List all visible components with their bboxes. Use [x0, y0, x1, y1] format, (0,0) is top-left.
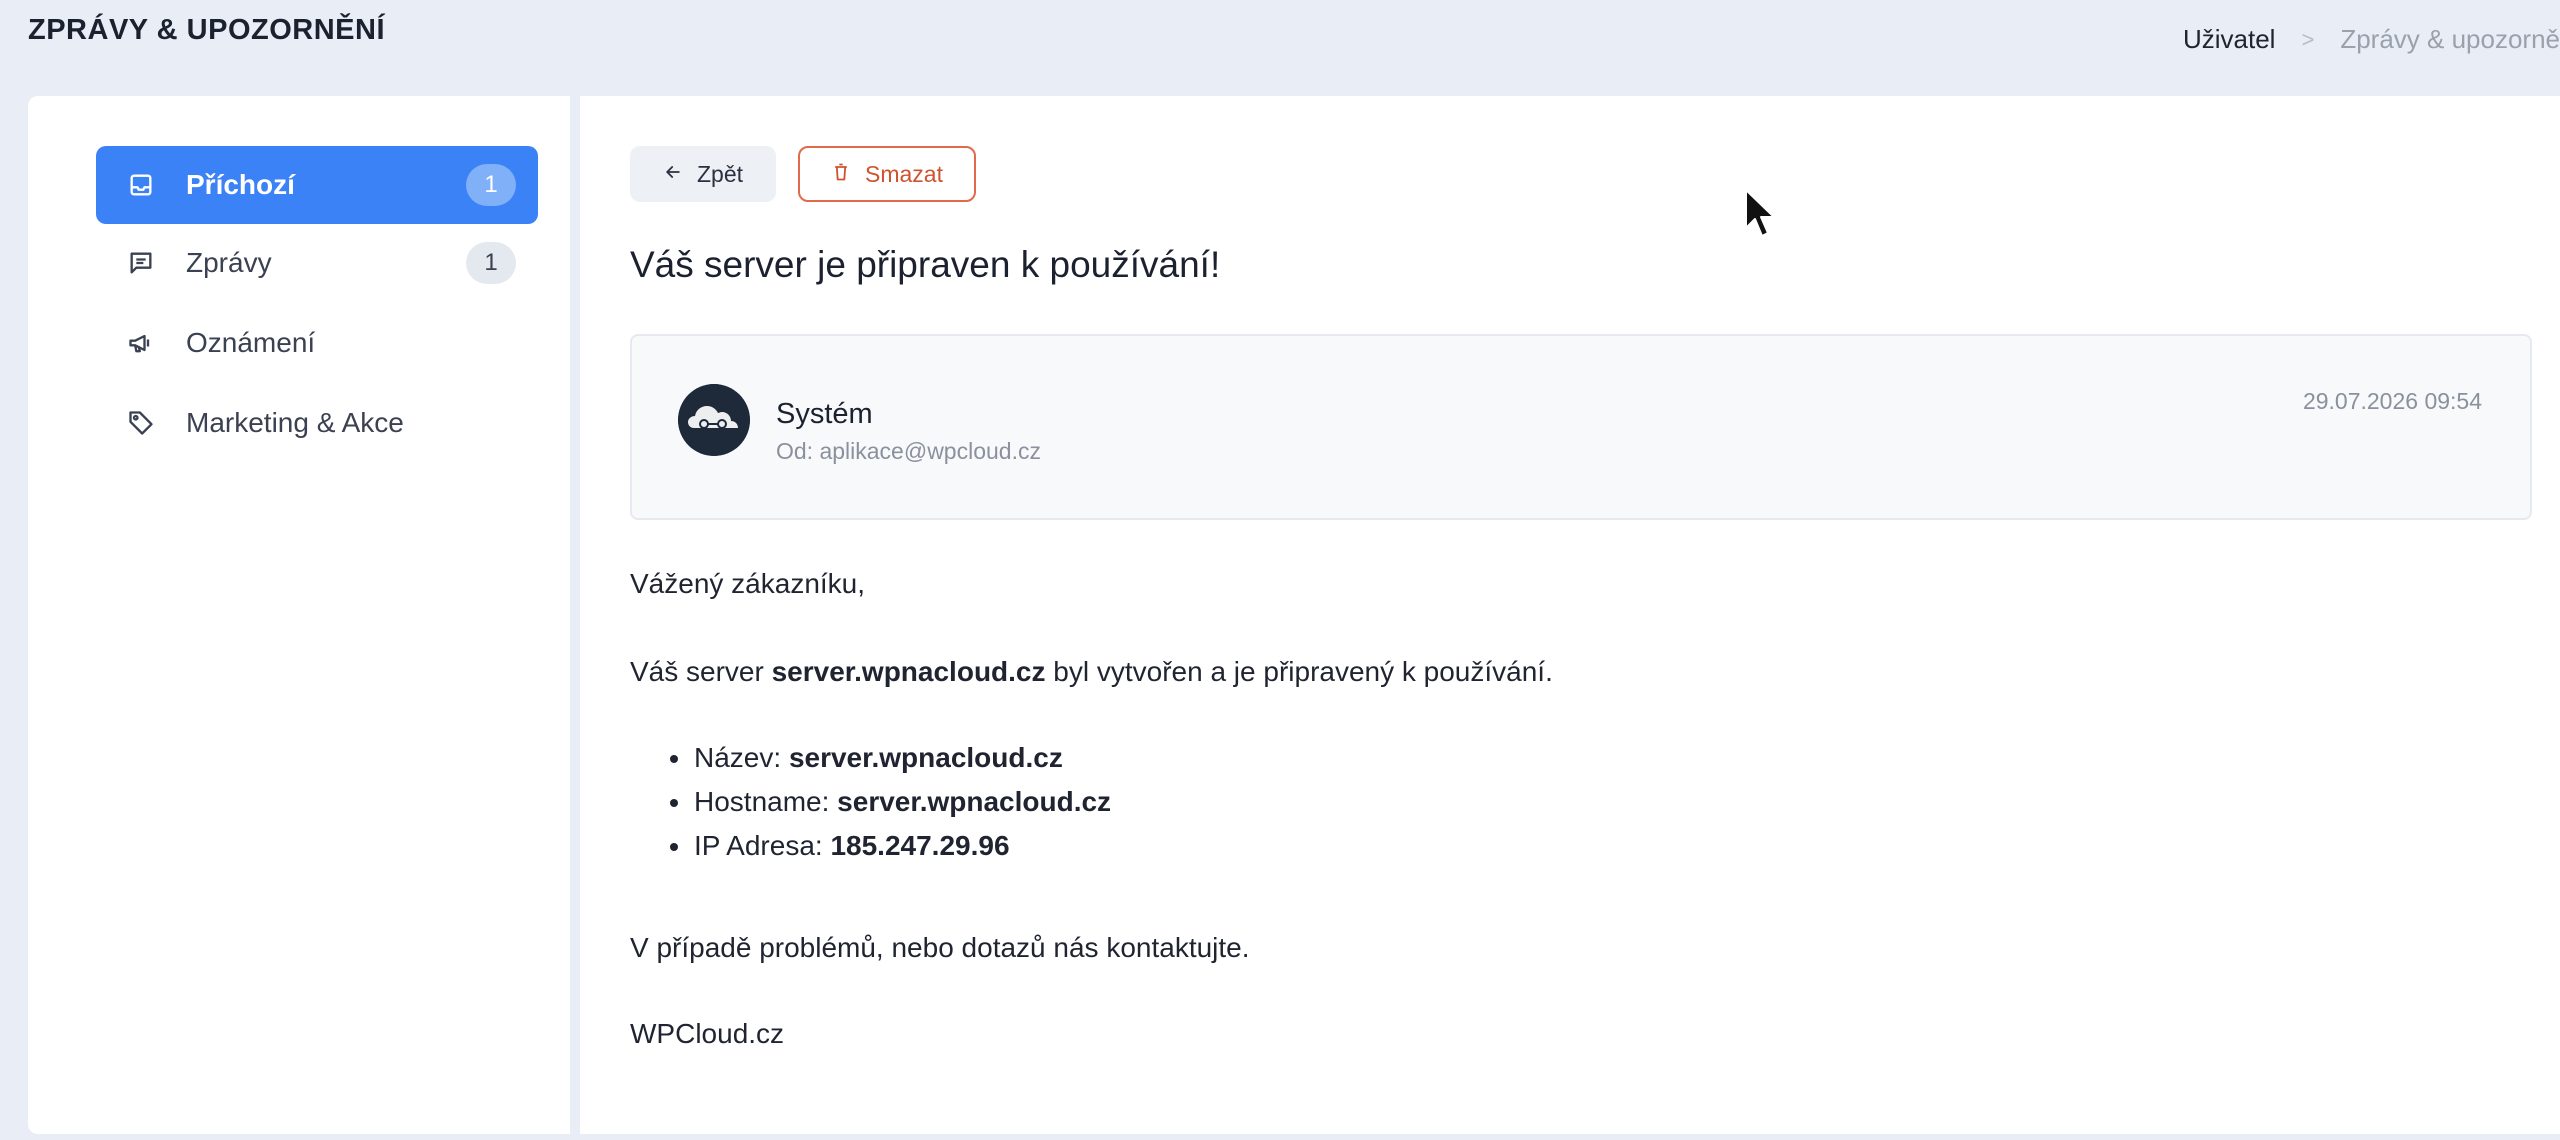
detail-value: server.wpnacloud.cz	[837, 786, 1112, 817]
greeting-text: Vážený zákazníku,	[630, 568, 866, 599]
breadcrumb: Uživatel > Zprávy & upozorně	[2183, 24, 2560, 55]
trash-icon	[831, 161, 851, 188]
detail-label: IP Adresa:	[694, 830, 831, 861]
message-title: Váš server je připraven k používání!	[630, 244, 1221, 285]
message-icon	[126, 248, 156, 278]
sidebar: Příchozí 1 Zprávy 1 Oznámení Marketing &…	[28, 96, 570, 1134]
avatar	[678, 384, 750, 456]
delete-button-label: Smazat	[865, 160, 943, 187]
inbox-icon	[126, 170, 156, 200]
intro-server-name: server.wpnacloud.cz	[771, 656, 1046, 687]
message-detail-panel: Zpět Smazat Váš server je připraven k po…	[580, 96, 2560, 1134]
chevron-right-icon: >	[2301, 26, 2315, 52]
back-button-label: Zpět	[696, 160, 744, 187]
unread-count-badge: 1	[466, 164, 516, 206]
mouse-cursor-icon	[1745, 189, 1775, 237]
breadcrumb-user-link[interactable]: Uživatel	[2183, 24, 2275, 55]
sender-email: Od: aplikace@wpcloud.cz	[776, 438, 1041, 464]
sidebar-item-marketing[interactable]: Marketing & Akce	[96, 384, 538, 462]
list-item: Hostname: server.wpnacloud.cz	[670, 780, 1111, 824]
delete-button[interactable]: Smazat	[798, 146, 976, 202]
sidebar-item-label: Oznámení	[186, 327, 316, 358]
sidebar-item-incoming[interactable]: Příchozí 1	[96, 146, 538, 224]
detail-value: 185.247.29.96	[830, 830, 1010, 861]
back-button[interactable]: Zpět	[630, 146, 776, 202]
intro-text: Váš server server.wpnacloud.cz byl vytvo…	[630, 656, 1553, 688]
contact-text: V případě problémů, nebo dotazů nás kont…	[630, 932, 1250, 963]
list-item: IP Adresa: 185.247.29.96	[670, 824, 1111, 868]
sidebar-item-messages[interactable]: Zprávy 1	[96, 224, 538, 302]
sidebar-item-announcements[interactable]: Oznámení	[96, 304, 538, 382]
detail-value: server.wpnacloud.cz	[788, 742, 1063, 773]
detail-label: Název:	[694, 742, 789, 773]
page-title: ZPRÁVY & UPOZORNĚNÍ	[28, 14, 386, 46]
message-timestamp: 29.07.2026 09:54	[2302, 388, 2482, 414]
unread-count-badge: 1	[466, 242, 516, 284]
megaphone-icon	[126, 328, 156, 358]
intro-suffix: byl vytvořen a je připravený k používání…	[1045, 656, 1553, 687]
server-details-list: Název: server.wpnacloud.cz Hostname: ser…	[670, 736, 1111, 868]
intro-prefix: Váš server	[630, 656, 772, 687]
arrow-left-icon	[663, 161, 683, 188]
list-item: Název: server.wpnacloud.cz	[670, 736, 1111, 780]
signature-text: WPCloud.cz	[630, 1018, 785, 1049]
breadcrumb-current: Zprávy & upozorně	[2340, 24, 2560, 54]
detail-label: Hostname:	[694, 786, 838, 817]
sender-card: Systém Od: aplikace@wpcloud.cz 29.07.202…	[630, 334, 2532, 520]
sender-name: Systém	[776, 398, 873, 430]
sidebar-item-label: Zprávy	[186, 247, 272, 278]
tag-icon	[126, 408, 156, 438]
sidebar-item-label: Marketing & Akce	[186, 407, 404, 438]
sidebar-item-label: Příchozí	[186, 169, 295, 200]
